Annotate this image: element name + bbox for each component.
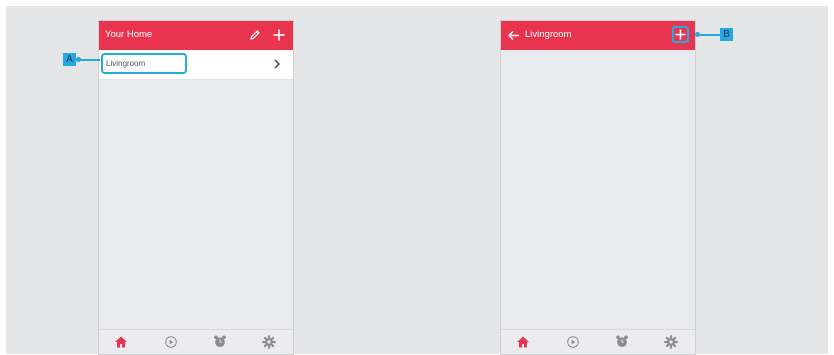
callout-b-line (696, 34, 720, 36)
room-label: Livingroom (106, 59, 146, 68)
callout-b-label: B (720, 28, 733, 41)
chevron-right-icon (274, 59, 281, 69)
add-plus-icon[interactable] (272, 28, 286, 42)
play-icon[interactable] (566, 335, 580, 349)
alarm-icon[interactable] (615, 334, 629, 349)
canvas: Your Home Livingroom A Livingroom B (6, 6, 828, 355)
bottom-tabbar (99, 329, 293, 354)
phone-screen-livingroom: Livingroom (500, 20, 696, 355)
home-icon[interactable] (114, 335, 128, 349)
callout-a-dot (76, 57, 81, 62)
alarm-icon[interactable] (213, 334, 227, 349)
page-title: Livingroom (525, 29, 572, 40)
edit-pencil-icon[interactable] (248, 28, 262, 42)
settings-icon[interactable] (262, 335, 276, 349)
app-header: Livingroom (501, 21, 695, 50)
home-icon[interactable] (516, 335, 530, 349)
room-list-item[interactable]: Livingroom (99, 50, 293, 80)
play-icon[interactable] (164, 335, 178, 349)
phone-screen-your-home: Your Home Livingroom (98, 20, 294, 355)
app-header: Your Home (99, 21, 293, 50)
add-device-plus-icon[interactable] (674, 28, 687, 41)
settings-icon[interactable] (664, 335, 678, 349)
page-title: Your Home (105, 29, 153, 40)
bottom-tabbar (501, 329, 695, 354)
back-arrow-icon[interactable] (507, 29, 520, 42)
callout-a-label: A (63, 53, 76, 66)
